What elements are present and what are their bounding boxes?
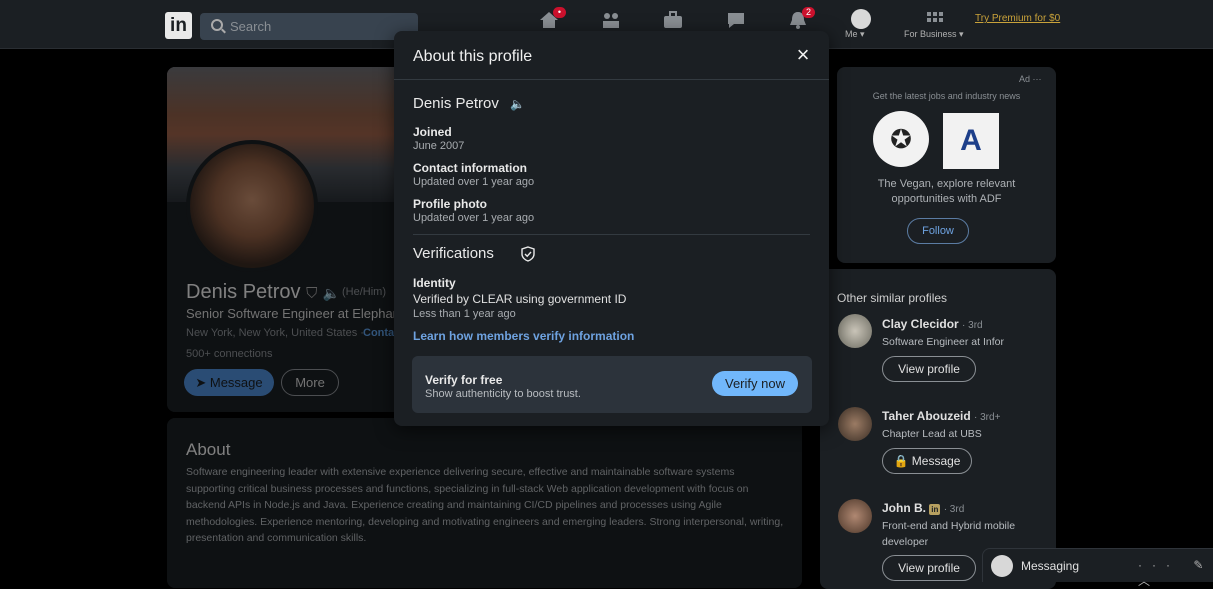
adf-logo: A [943,113,999,169]
view-profile-button[interactable]: View profile [882,555,976,581]
modal-backdrop [167,418,802,588]
joined-label: Joined [413,125,452,139]
speaker-icon[interactable]: 🔈 [510,97,525,111]
linkedin-badge-icon: in [929,504,941,515]
sim-message-label: Message [911,454,961,468]
notifications-badge: 2 [802,7,815,18]
notifications-icon[interactable]: 2 [787,7,815,30]
messaging-icon[interactable] [725,10,747,30]
contact-info-value: Updated over 1 year ago [413,176,535,188]
messaging-bar[interactable]: Messaging ··· ✎ ︿ [982,548,1213,588]
linkedin-logo[interactable]: in [165,12,192,39]
avatar [991,555,1013,577]
verify-now-button[interactable]: Verify now [712,371,798,396]
search-input[interactable]: Search [200,13,418,40]
sim-degree: · 3rd [943,504,965,515]
modal-name: Denis Petrov [413,95,499,112]
sim-name-text: Clay Clecidor [882,317,959,331]
sim-name-text: John B. [882,501,926,515]
identity-label: Identity [413,276,456,290]
verify-promo-subtitle: Show authenticity to boost trust. [425,388,581,400]
lock-icon: 🔒 [893,454,912,468]
profile-photo-value: Updated over 1 year ago [413,212,535,224]
search-icon [211,19,223,31]
verifications-title: Verifications [413,245,494,262]
avatar[interactable] [838,407,872,441]
for-business-menu[interactable]: For Business ▾ [904,29,964,40]
jobs-icon[interactable] [662,10,684,30]
sim-degree: · 3rd+ [974,412,1001,423]
list-item-headline: Chapter Lead at UBS [882,428,982,440]
verified-shield-icon [521,246,535,262]
ad-card: Ad ··· Get the latest jobs and industry … [837,67,1056,263]
me-avatar[interactable] [851,9,871,29]
profile-photo-label: Profile photo [413,197,487,211]
verify-promo-box: Verify for free Show authenticity to boo… [412,356,812,413]
messaging-label[interactable]: Messaging [1021,559,1079,573]
list-item-headline: Front-end and Hybrid mobile developer [882,520,1016,548]
home-badge: • [553,7,566,18]
list-item-headline: Software Engineer at Infor [882,336,1004,348]
similar-profiles-title: Other similar profiles [837,291,948,305]
modal-title: About this profile [413,48,533,65]
avatar[interactable] [838,499,872,533]
home-icon[interactable]: • [538,7,566,30]
vegan-logo: ✪ [873,111,929,167]
message-button[interactable]: 🔒 Message [882,448,972,474]
divider [413,234,810,235]
list-item-name[interactable]: Taher Abouzeid · 3rd+ [882,409,1000,423]
similar-profiles-card: Other similar profiles Clay Clecidor · 3… [820,269,1056,589]
sim-name-text: Taher Abouzeid [882,409,971,423]
verify-promo-title: Verify for free [425,373,503,387]
try-premium-link[interactable]: Try Premium for $0 [975,13,1060,24]
ad-text: The Vegan, explore relevant opportunitie… [877,178,1016,205]
grid-icon[interactable] [924,10,946,30]
messaging-actions-icon[interactable]: ··· ✎ ︿ [1138,558,1213,589]
joined-value: June 2007 [413,140,465,152]
about-card: About Software engineering leader with e… [167,418,802,588]
close-icon[interactable]: × [793,44,813,66]
avatar[interactable] [838,314,872,348]
about-profile-modal: About this profile × Denis Petrov 🔈 Join… [394,31,829,426]
list-item-name[interactable]: John B. in · 3rd [882,501,964,515]
ad-tagline: Get the latest jobs and industry news [872,91,1021,101]
view-profile-button[interactable]: View profile [882,356,976,382]
ad-label[interactable]: Ad ··· [1019,74,1042,84]
identity-value: Verified by CLEAR using government ID [413,292,627,306]
follow-button[interactable]: Follow [907,218,969,244]
identity-time: Less than 1 year ago [413,308,516,320]
network-icon[interactable] [600,10,622,30]
divider [394,79,829,80]
learn-verify-link[interactable]: Learn how members verify information [413,329,634,343]
me-menu-label[interactable]: Me ▾ [845,29,865,40]
contact-info-label: Contact information [413,161,527,175]
list-item-name[interactable]: Clay Clecidor · 3rd [882,317,983,331]
sim-degree: · 3rd [962,320,983,331]
search-placeholder: Search [230,19,272,34]
